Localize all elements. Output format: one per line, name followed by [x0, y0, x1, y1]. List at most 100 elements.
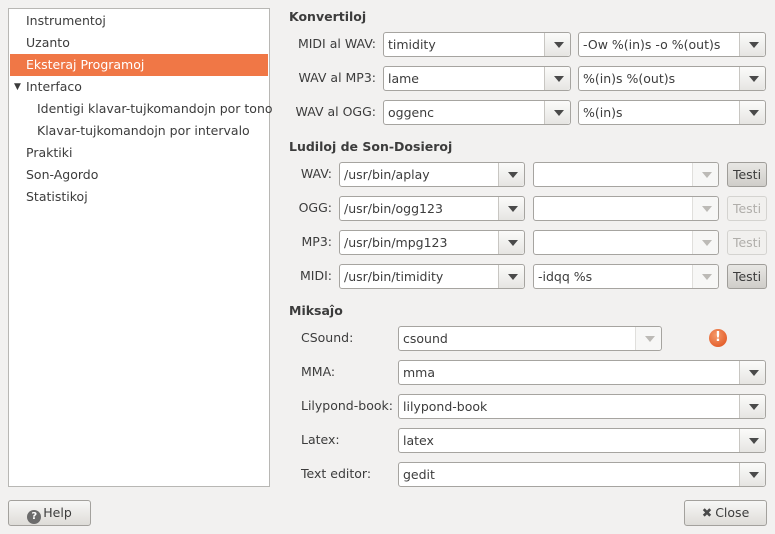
label-ogg-player: OGG: — [298, 200, 332, 215]
sidebar-item-son-agordo[interactable]: Son-Agordo — [10, 164, 268, 186]
chevron-down-icon[interactable] — [739, 429, 765, 452]
sidebar-item-label: Interfaco — [26, 79, 82, 94]
combo-wav-player-args[interactable] — [533, 162, 719, 187]
close-button[interactable]: ✖ Close — [684, 500, 767, 526]
sidebar-item-label: Eksteraj Programoj — [26, 57, 145, 72]
combo-ogg-player-path[interactable]: /usr/bin/ogg123 — [339, 196, 525, 221]
chevron-down-icon[interactable] — [692, 197, 718, 220]
test-mp3-button[interactable]: Testi — [727, 230, 767, 255]
chevron-down-icon[interactable] — [498, 265, 524, 288]
combo-value: -Ow %(in)s -o %(out)s — [583, 37, 721, 52]
combo-text-editor[interactable]: gedit — [398, 462, 766, 487]
test-wav-button[interactable]: Testi — [727, 162, 767, 187]
close-button-label: Close — [715, 505, 750, 520]
combo-value: csound — [403, 331, 448, 346]
combo-wav-player-path[interactable]: /usr/bin/aplay — [339, 162, 525, 187]
test-midi-button[interactable]: Testi — [727, 264, 767, 289]
chevron-down-icon[interactable] — [544, 67, 570, 90]
label-lilypond-book: Lilypond-book: — [301, 398, 393, 413]
combo-ogg-player-args[interactable] — [533, 196, 719, 221]
combo-lilypond-book[interactable]: lilypond-book — [398, 394, 766, 419]
chevron-down-icon[interactable] — [544, 101, 570, 124]
chevron-down-icon[interactable] — [692, 265, 718, 288]
combo-wav-al-ogg-args[interactable]: %(in)s — [578, 100, 766, 125]
sidebar-item-label: Identigi klavar-tujkomandojn por tono — [37, 101, 273, 116]
sidebar-item-instrumentoj[interactable]: Instrumentoj — [10, 10, 268, 32]
warning-icon: ! — [709, 329, 727, 347]
section-title-miksajo: Miksaĵo — [289, 303, 343, 318]
combo-latex[interactable]: latex — [398, 428, 766, 453]
chevron-down-icon[interactable] — [692, 231, 718, 254]
sidebar-item-uzanto[interactable]: Uzanto — [10, 32, 268, 54]
combo-wav-al-ogg-program[interactable]: oggenc — [383, 100, 571, 125]
chevron-down-icon[interactable] — [739, 463, 765, 486]
label-wav-al-mp3: WAV al MP3: — [298, 70, 376, 85]
label-latex: Latex: — [301, 432, 340, 447]
section-title-ludiloj: Ludiloj de Son-Dosieroj — [289, 139, 453, 154]
sidebar-item-klavar-tujkomandojn-intervalo[interactable]: Klavar-tujkomandojn por intervalo — [10, 120, 268, 142]
chevron-down-icon[interactable] — [635, 327, 661, 350]
preferences-sidebar: Instrumentoj Uzanto Eksteraj Programoj ▼… — [8, 8, 273, 487]
sidebar-item-interfaco[interactable]: ▼ Interfaco — [10, 76, 268, 98]
combo-value: %(in)s — [583, 105, 623, 120]
chevron-down-icon[interactable] — [498, 163, 524, 186]
sidebar-item-label: Klavar-tujkomandojn por intervalo — [37, 123, 250, 138]
combo-midi-player-path[interactable]: /usr/bin/timidity — [339, 264, 525, 289]
label-wav-player: WAV: — [300, 166, 332, 181]
sidebar-item-identigi-klavar-tujkomandojn[interactable]: Identigi klavar-tujkomandojn por tono — [10, 98, 273, 120]
chevron-down-icon[interactable] — [498, 231, 524, 254]
sidebar-item-praktiki[interactable]: Praktiki — [10, 142, 268, 164]
combo-wav-al-mp3-args[interactable]: %(in)s %(out)s — [578, 66, 766, 91]
combo-midi-al-wav-args[interactable]: -Ow %(in)s -o %(out)s — [578, 32, 766, 57]
help-button[interactable]: ? Help — [8, 500, 91, 526]
test-ogg-button[interactable]: Testi — [727, 196, 767, 221]
combo-value: /usr/bin/mpg123 — [344, 235, 448, 250]
label-text-editor: Text editor: — [301, 466, 372, 481]
sidebar-item-label: Statistikoj — [26, 189, 88, 204]
sidebar-item-label: Instrumentoj — [26, 13, 106, 28]
combo-mma[interactable]: mma — [398, 360, 766, 385]
label-mp3-player: MP3: — [301, 234, 333, 249]
combo-value: latex — [403, 433, 434, 448]
label-wav-al-ogg: WAV al OGG: — [295, 104, 376, 119]
label-midi-al-wav: MIDI al WAV: — [297, 36, 376, 51]
chevron-down-icon[interactable] — [739, 361, 765, 384]
combo-value: mma — [403, 365, 436, 380]
sidebar-item-eksteraj-programoj[interactable]: Eksteraj Programoj — [10, 54, 268, 76]
combo-value: lame — [388, 71, 419, 86]
combo-value: /usr/bin/timidity — [344, 269, 444, 284]
combo-value: oggenc — [388, 105, 435, 120]
combo-value: timidity — [388, 37, 436, 52]
combo-value: gedit — [403, 467, 435, 482]
chevron-down-icon[interactable] — [544, 33, 570, 56]
combo-midi-player-args[interactable]: -idqq %s — [533, 264, 719, 289]
chevron-down-icon[interactable] — [739, 101, 765, 124]
help-icon: ? — [27, 510, 42, 524]
chevron-down-icon[interactable] — [739, 33, 765, 56]
label-mma: MMA: — [301, 364, 336, 379]
chevron-down-icon[interactable] — [498, 197, 524, 220]
combo-mp3-player-args[interactable] — [533, 230, 719, 255]
sidebar-item-statistikoj[interactable]: Statistikoj — [10, 186, 268, 208]
label-csound: CSound: — [301, 330, 354, 345]
combo-mp3-player-path[interactable]: /usr/bin/mpg123 — [339, 230, 525, 255]
chevron-down-icon[interactable] — [692, 163, 718, 186]
chevron-down-icon[interactable] — [739, 67, 765, 90]
combo-value: lilypond-book — [403, 399, 488, 414]
sidebar-item-label: Son-Agordo — [26, 167, 99, 182]
combo-midi-al-wav-program[interactable]: timidity — [383, 32, 571, 57]
sidebar-item-label: Uzanto — [26, 35, 70, 50]
chevron-down-icon[interactable] — [739, 395, 765, 418]
combo-value: -idqq %s — [538, 269, 593, 284]
help-button-label: Help — [43, 505, 72, 520]
section-title-konvertiloj: Konvertiloj — [289, 9, 367, 24]
expander-down-icon[interactable]: ▼ — [14, 76, 24, 98]
label-midi-player: MIDI: — [300, 268, 332, 283]
close-icon: ✖ — [701, 505, 713, 520]
combo-wav-al-mp3-program[interactable]: lame — [383, 66, 571, 91]
combo-csound[interactable]: csound — [398, 326, 662, 351]
combo-value: /usr/bin/ogg123 — [344, 201, 443, 216]
combo-value: %(in)s %(out)s — [583, 71, 676, 86]
combo-value: /usr/bin/aplay — [344, 167, 430, 182]
sidebar-item-label: Praktiki — [26, 145, 73, 160]
